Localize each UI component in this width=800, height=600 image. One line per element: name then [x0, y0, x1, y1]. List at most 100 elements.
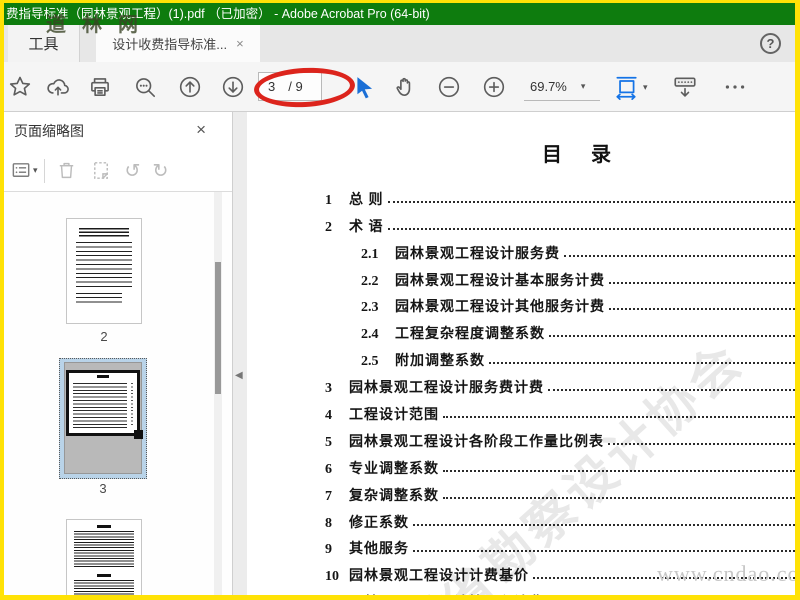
rotate-clockwise-icon[interactable]: ↻ — [152, 160, 168, 182]
panel-title: 页面缩略图 — [14, 123, 84, 139]
view-box-resize-handle[interactable] — [134, 430, 143, 439]
toc-entry: 8 修正系数 — [247, 505, 795, 532]
thumbnails-scrollbar[interactable] — [214, 192, 222, 595]
page-current-value: 3 — [268, 79, 276, 94]
toc-entry: 4 工程设计范围 — [247, 397, 795, 424]
thumbnail-page-3 — [64, 362, 143, 474]
toc-leader-dots — [533, 577, 795, 580]
zoom-out-icon[interactable] — [436, 74, 462, 100]
toc-entry-text: 其他服务 — [349, 542, 409, 558]
toc-leader-dots — [443, 469, 795, 472]
thumbnail-text-preview — [97, 574, 111, 577]
toc-entry-number: 2.5 — [361, 354, 379, 370]
hide-toolbar-icon[interactable] — [672, 74, 696, 100]
zoom-level-value: 69.7% — [530, 78, 567, 94]
thumbnail-text-preview — [131, 383, 133, 427]
thumbnails-toolbar: ▾ ↺ ↻ — [4, 150, 232, 192]
toolbar-divider — [43, 158, 45, 183]
toc-entry-number: 6 — [325, 461, 332, 477]
toc-entry: 2.3 园林景观工程设计其他服务计费 — [247, 290, 795, 317]
toc-entry: 11 园林景观工程设计按面积计费 — [247, 585, 795, 595]
toc-leader-dots — [413, 523, 795, 526]
thumbnail-text-preview — [74, 531, 134, 569]
toc-entry: 2.1 园林景观工程设计服务费 — [247, 236, 795, 263]
print-icon[interactable] — [87, 74, 113, 100]
search-icon[interactable] — [132, 74, 158, 100]
select-cursor-icon[interactable] — [352, 75, 374, 99]
current-view-box[interactable] — [66, 370, 143, 439]
zoom-level-dropdown[interactable]: 69.7% ▾ — [524, 72, 600, 101]
toc-entry-text: 园林景观工程设计按面积计费 — [349, 592, 544, 595]
toc-leader-dots — [443, 416, 795, 419]
toc-leader-dots — [443, 496, 795, 499]
toc-entry-text: 园林景观工程设计服务费 — [395, 246, 560, 262]
thumbnail-text-preview — [76, 293, 122, 303]
toc-entry: 5 园林景观工程设计各阶段工作量比例表 — [247, 424, 795, 451]
toc-entry-number: 2.3 — [361, 300, 379, 316]
main-toolbar: 3 / 9 69.7% ▾ ▾ — [4, 62, 795, 112]
chevron-down-icon[interactable]: ▾ — [643, 82, 648, 93]
toc-entry-text: 园林景观工程设计各阶段工作量比例表 — [349, 434, 604, 450]
panel-collapse-icon[interactable]: ◀ — [235, 370, 243, 381]
toc-list: 1 总 则 2 术 语 2.1 园林景观工程设计服务费 2.2 园林景观工程设计… — [247, 182, 795, 595]
next-page-icon[interactable] — [220, 74, 246, 100]
toc-entry: 2.5 附加调整系数 — [247, 343, 795, 370]
main-area: 页面缩略图 × ▾ ↺ ↻ 2 3 ◀ 省勘察设计协会 目 录 1 总 则 2 … — [4, 112, 795, 595]
thumbnails-panel: 页面缩略图 × ▾ ↺ ↻ 2 3 — [4, 112, 232, 595]
tab-document-label: 设计收费指导标准... — [112, 37, 228, 52]
favorites-star-icon[interactable] — [7, 74, 33, 100]
toc-leader-dots — [413, 550, 795, 553]
extract-page-icon[interactable] — [90, 159, 113, 182]
tab-close-icon[interactable]: × — [236, 36, 244, 51]
toc-entry: 2.4 工程复杂程度调整系数 — [247, 316, 795, 343]
toc-leader-dots — [609, 281, 795, 284]
toc-entry-number: 8 — [325, 515, 332, 531]
hand-tool-icon[interactable] — [392, 74, 418, 100]
scrollbar-thumb[interactable] — [215, 262, 221, 394]
toc-entry-number: 2.4 — [361, 327, 379, 343]
tab-document[interactable]: 设计收费指导标准... × — [96, 25, 260, 62]
panel-splitter[interactable]: ◀ — [232, 112, 247, 595]
toc-entry-number: 9 — [325, 542, 332, 558]
toc-entry: 1 总 则 — [247, 182, 795, 209]
toc-leader-dots — [609, 308, 795, 311]
thumbnail-page-4[interactable] — [66, 519, 142, 595]
page-number-field[interactable]: 3 / 9 — [258, 72, 322, 101]
toc-entry-number: 5 — [325, 434, 332, 450]
thumbnail-page-3-selected[interactable] — [59, 358, 147, 479]
zoom-in-icon[interactable] — [481, 74, 507, 100]
panel-close-icon[interactable]: × — [196, 121, 206, 138]
tab-tools[interactable]: 工具 — [8, 25, 80, 62]
share-upload-icon[interactable] — [45, 74, 71, 100]
rotate-counterclockwise-icon[interactable]: ↺ — [125, 160, 141, 182]
toc-entry-text: 工程复杂程度调整系数 — [395, 327, 545, 343]
thumbnail-options-icon[interactable]: ▾ — [10, 159, 38, 182]
toc-entry-number: 10 — [325, 569, 339, 585]
toc-title: 目 录 — [542, 144, 623, 166]
chevron-down-icon: ▾ — [33, 165, 38, 175]
delete-page-icon[interactable] — [55, 159, 78, 182]
toc-entry-text: 工程设计范围 — [349, 408, 439, 424]
toc-entry-text: 总 则 — [349, 192, 384, 208]
toc-entry-number: 2.1 — [361, 246, 379, 262]
thumbnail-page-2[interactable] — [66, 218, 142, 324]
fit-width-icon[interactable] — [613, 74, 639, 100]
thumbnail-text-preview — [74, 580, 134, 595]
toc-entry-text: 园林景观工程设计基本服务计费 — [395, 273, 605, 289]
thumbnail-text-preview — [76, 242, 132, 290]
toc-entry-text: 园林景观工程设计计费基价 — [349, 569, 529, 585]
toc-entry-text: 专业调整系数 — [349, 461, 439, 477]
toc-entry-text: 复杂调整系数 — [349, 488, 439, 504]
toc-entry: 3 园林景观工程设计服务费计费 — [247, 370, 795, 397]
toc-leader-dots — [387, 227, 795, 230]
toc-leader-dots — [608, 442, 795, 445]
toc-leader-dots — [489, 362, 795, 365]
toc-entry-text: 术 语 — [349, 219, 384, 235]
toc-entry-text: 园林景观工程设计服务费计费 — [349, 381, 544, 397]
more-tools-icon[interactable] — [722, 74, 746, 100]
help-icon[interactable]: ? — [760, 33, 781, 54]
tab-bar: 工具 设计收费指导标准... × ? — [4, 25, 795, 62]
thumbnails-panel-header: 页面缩略图 × — [4, 112, 232, 150]
tab-tools-label: 工具 — [28, 36, 59, 53]
previous-page-icon[interactable] — [177, 74, 203, 100]
